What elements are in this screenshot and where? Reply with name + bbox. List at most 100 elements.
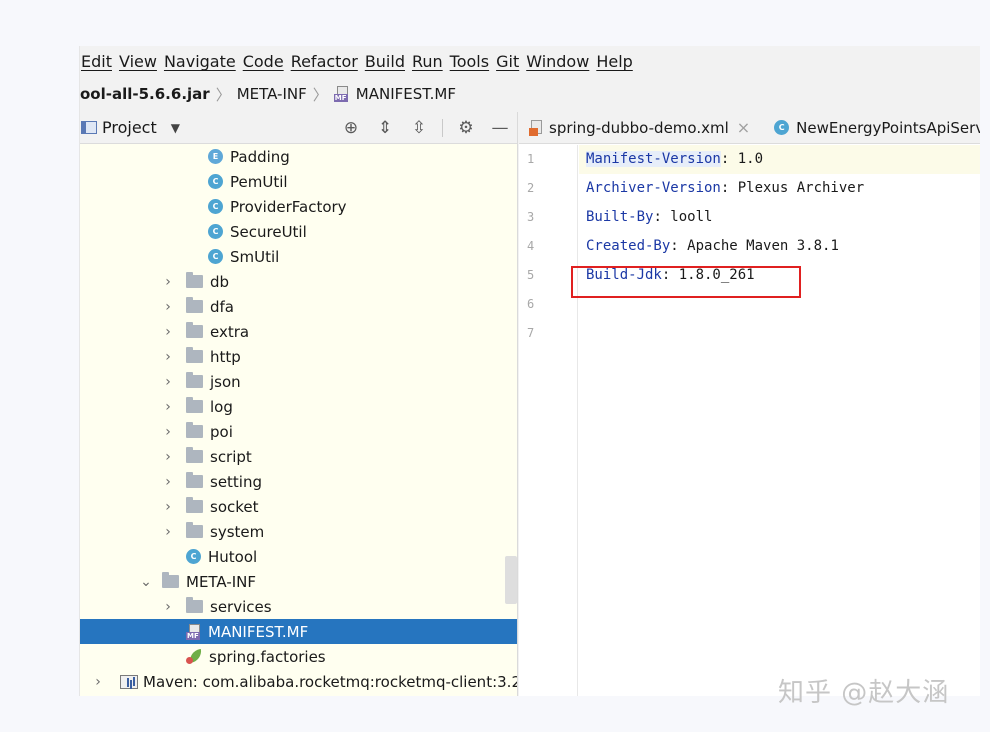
- tree-item-label: extra: [210, 322, 250, 341]
- code-editor[interactable]: 1234567 Manifest-Version: 1.0 Archiver-Ve…: [519, 145, 980, 696]
- chevron-right-icon: 〉: [215, 85, 231, 104]
- tree-item-label: socket: [210, 497, 259, 516]
- folder-icon: [186, 347, 203, 363]
- tree-item[interactable]: › system: [80, 519, 517, 544]
- menu-item[interactable]: Edit: [80, 46, 118, 78]
- menu-item[interactable]: Window: [525, 46, 595, 78]
- minimize-icon[interactable]: —: [489, 118, 511, 138]
- chevron-right-icon[interactable]: ›: [162, 449, 174, 465]
- tree-scrollbar[interactable]: [505, 556, 517, 604]
- annotation-red-box: [571, 266, 801, 298]
- editor-tab-bar: spring-dubbo-demo.xml × C NewEnergyPointsAp…: [519, 112, 980, 144]
- expand-all-icon[interactable]: ⇕: [374, 118, 396, 138]
- class-icon: C: [208, 249, 223, 264]
- tree-item[interactable]: › http: [80, 344, 517, 369]
- tree-item[interactable]: spring.factories: [80, 644, 517, 669]
- breadcrumb-jar[interactable]: ool-all-5.6.6.jar: [80, 85, 210, 103]
- chevron-down-icon[interactable]: ⌄: [140, 574, 152, 590]
- close-icon[interactable]: ×: [737, 118, 750, 137]
- manifest-value: 1.0: [737, 151, 764, 167]
- chevron-right-icon[interactable]: ›: [92, 674, 104, 690]
- menu-item[interactable]: Git: [495, 46, 525, 78]
- tree-item[interactable]: MF MANIFEST.MF: [80, 619, 517, 644]
- chevron-right-icon[interactable]: ›: [162, 499, 174, 515]
- tree-item[interactable]: › Maven: com.alibaba.rocketmq:rocketmq-cl…: [80, 669, 517, 694]
- gear-icon[interactable]: ⚙: [455, 118, 477, 138]
- tree-item[interactable]: › poi: [80, 419, 517, 444]
- manifest-key: Archiver-Version: [586, 180, 721, 196]
- crosshair-icon[interactable]: ⊕: [340, 118, 362, 138]
- chevron-right-icon[interactable]: ›: [162, 274, 174, 290]
- chevron-right-icon[interactable]: ›: [162, 349, 174, 365]
- tree-item[interactable]: › dfa: [80, 294, 517, 319]
- tree-item-label: http: [210, 347, 241, 366]
- menu-item[interactable]: Help: [595, 46, 638, 78]
- collapse-all-icon[interactable]: ⇳: [408, 118, 430, 138]
- folder-icon: [186, 372, 203, 388]
- menu-item[interactable]: Run: [411, 46, 449, 78]
- chevron-right-icon[interactable]: ›: [162, 399, 174, 415]
- breadcrumb-folder[interactable]: META-INF: [237, 85, 307, 103]
- folder-icon: [162, 572, 179, 588]
- tree-item[interactable]: › socket: [80, 494, 517, 519]
- manifest-file-icon-label: MF: [186, 631, 200, 640]
- manifest-key: Built-By: [586, 209, 654, 225]
- chevron-right-icon[interactable]: ›: [162, 524, 174, 540]
- tree-item[interactable]: › db: [80, 269, 517, 294]
- tree-item[interactable]: › script: [80, 444, 517, 469]
- project-view-selector[interactable]: Project: [102, 118, 157, 137]
- menu-item[interactable]: View: [118, 46, 163, 78]
- manifest-file-icon: MF: [333, 86, 350, 102]
- chevron-right-icon[interactable]: ›: [162, 474, 174, 490]
- tree-item[interactable]: C SmUtil: [80, 244, 517, 269]
- menu-item[interactable]: Navigate: [163, 46, 242, 78]
- class-icon: C: [774, 120, 790, 135]
- tree-item-label: Maven: com.alibaba.rocketmq:rocketmq-cli…: [143, 672, 518, 691]
- tree-item-label: services: [210, 597, 272, 616]
- folder-icon: [186, 497, 203, 513]
- tree-item[interactable]: › log: [80, 394, 517, 419]
- line-number: 6: [527, 297, 535, 311]
- manifest-key: Created-By: [586, 238, 671, 254]
- manifest-separator: :: [653, 209, 671, 225]
- xml-file-icon: [529, 119, 543, 136]
- zhihu-watermark: 知乎 @赵大涵: [778, 678, 950, 708]
- spring-leaf-icon: [186, 648, 203, 664]
- project-panel-header: Project ▼ ⊕ ⇕ ⇳ ⚙ —: [80, 112, 517, 144]
- editor-tab[interactable]: spring-dubbo-demo.xml ×: [519, 112, 764, 143]
- line-number: 5: [527, 268, 535, 282]
- chevron-right-icon[interactable]: ›: [162, 299, 174, 315]
- menu-item[interactable]: Refactor: [290, 46, 364, 78]
- tree-item[interactable]: › extra: [80, 319, 517, 344]
- chevron-right-icon[interactable]: ›: [162, 324, 174, 340]
- class-icon: C: [208, 224, 223, 239]
- tree-item[interactable]: ⌄ META-INF: [80, 569, 517, 594]
- tree-item[interactable]: C Hutool: [80, 544, 517, 569]
- project-icon: [81, 121, 97, 134]
- manifest-key: Manifest-Version: [586, 151, 721, 167]
- tree-item-label: log: [210, 397, 233, 416]
- tree-item-label: spring.factories: [209, 647, 326, 666]
- manifest-file-icon: MF: [186, 623, 202, 640]
- manifest-separator: :: [670, 238, 688, 254]
- tree-item[interactable]: E Padding: [80, 144, 517, 169]
- tree-item[interactable]: C ProviderFactory: [80, 194, 517, 219]
- menu-item[interactable]: Tools: [449, 46, 495, 78]
- tree-item[interactable]: C PemUtil: [80, 169, 517, 194]
- caret-down-icon[interactable]: ▼: [171, 121, 180, 135]
- folder-icon: [186, 522, 203, 538]
- tree-item[interactable]: › json: [80, 369, 517, 394]
- breadcrumb-file[interactable]: MANIFEST.MF: [356, 85, 456, 103]
- chevron-right-icon[interactable]: ›: [162, 374, 174, 390]
- editor-tab[interactable]: C NewEnergyPointsApiServ: [764, 112, 980, 143]
- tree-item[interactable]: › setting: [80, 469, 517, 494]
- tree-item-label: poi: [210, 422, 233, 441]
- chevron-right-icon[interactable]: ›: [162, 599, 174, 615]
- tree-item[interactable]: › services: [80, 594, 517, 619]
- tree-item[interactable]: C SecureUtil: [80, 219, 517, 244]
- chevron-right-icon[interactable]: ›: [162, 424, 174, 440]
- tree-item-label: MANIFEST.MF: [208, 622, 309, 641]
- project-tool-window: Project ▼ ⊕ ⇕ ⇳ ⚙ — E Padding C PemUtil C Pro…: [80, 112, 518, 696]
- menu-item[interactable]: Code: [242, 46, 290, 78]
- menu-item[interactable]: Build: [364, 46, 411, 78]
